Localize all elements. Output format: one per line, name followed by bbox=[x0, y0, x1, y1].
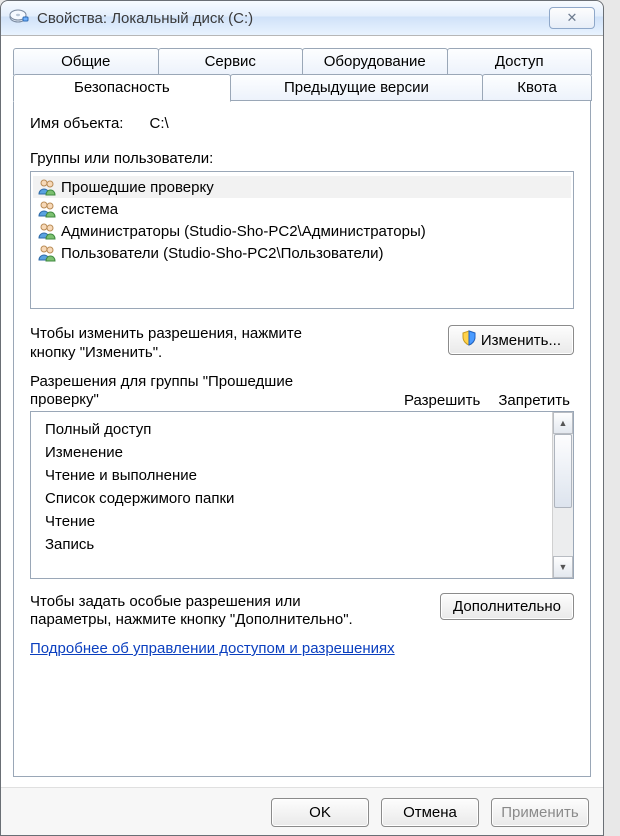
drive-icon bbox=[9, 9, 29, 28]
group-item-label: Пользователи (Studio-Sho-PC2\Пользовател… bbox=[61, 245, 384, 262]
chevron-down-icon: ▼ bbox=[559, 562, 568, 572]
col-allow: Разрешить bbox=[404, 392, 480, 409]
scroll-down-button[interactable]: ▼ bbox=[553, 556, 573, 578]
group-item-label: система bbox=[61, 201, 118, 218]
users-icon bbox=[37, 178, 57, 196]
tabstrip: Общие Сервис Оборудование Доступ Безопас… bbox=[13, 48, 591, 101]
scrollbar[interactable]: ▲ ▼ bbox=[552, 412, 573, 578]
scroll-up-button[interactable]: ▲ bbox=[553, 412, 573, 434]
chevron-up-icon: ▲ bbox=[559, 418, 568, 428]
tab-previous-versions[interactable]: Предыдущие версии bbox=[230, 74, 484, 101]
cancel-button[interactable]: Отмена bbox=[381, 798, 479, 827]
object-name-value: C:\ bbox=[149, 115, 168, 132]
tab-hardware[interactable]: Оборудование bbox=[302, 48, 448, 75]
learn-more-link[interactable]: Подробнее об управлении доступом и разре… bbox=[30, 640, 574, 657]
tab-general[interactable]: Общие bbox=[13, 48, 159, 75]
tab-sharing[interactable]: Доступ bbox=[447, 48, 593, 75]
tab-page-security: Имя объекта: C:\ Группы или пользователи… bbox=[13, 100, 591, 777]
perm-write: Запись bbox=[45, 533, 548, 556]
titlebar: Свойства: Локальный диск (C:) ✕ bbox=[1, 1, 603, 36]
tab-security[interactable]: Безопасность bbox=[13, 74, 231, 102]
shield-icon bbox=[461, 330, 477, 350]
properties-dialog: Свойства: Локальный диск (C:) ✕ Общие Се… bbox=[0, 0, 604, 836]
advanced-button[interactable]: Дополнительно bbox=[440, 593, 574, 620]
tab-quota[interactable]: Квота bbox=[482, 74, 592, 101]
perm-list-folder: Список содержимого папки bbox=[45, 487, 548, 510]
groups-label: Группы или пользователи: bbox=[30, 150, 574, 167]
perm-read: Чтение bbox=[45, 510, 548, 533]
users-icon bbox=[37, 222, 57, 240]
col-deny: Запретить bbox=[498, 392, 570, 409]
close-button[interactable]: ✕ bbox=[549, 7, 595, 29]
edit-button[interactable]: Изменить... bbox=[448, 325, 574, 355]
advanced-hint: Чтобы задать особые разрешения или парам… bbox=[30, 593, 360, 631]
window-title: Свойства: Локальный диск (C:) bbox=[37, 10, 253, 27]
apply-button[interactable]: Применить bbox=[491, 798, 589, 827]
groups-listbox[interactable]: Прошедшие проверку система bbox=[30, 171, 574, 309]
group-item-administrators[interactable]: Администраторы (Studio-Sho-PC2\Администр… bbox=[33, 220, 571, 242]
group-item-label: Прошедшие проверку bbox=[61, 179, 214, 196]
users-icon bbox=[37, 244, 57, 262]
perm-modify: Изменение bbox=[45, 441, 548, 464]
edit-hint: Чтобы изменить разрешения, нажмите кнопк… bbox=[30, 325, 330, 363]
object-name-label: Имя объекта: bbox=[30, 115, 123, 132]
scroll-track[interactable] bbox=[553, 434, 573, 556]
perm-full-control: Полный доступ bbox=[45, 418, 548, 441]
users-icon bbox=[37, 200, 57, 218]
permissions-header-label: Разрешения для группы "Прошедшие проверк… bbox=[30, 373, 330, 409]
group-item-users[interactable]: Пользователи (Studio-Sho-PC2\Пользовател… bbox=[33, 242, 571, 264]
group-item-label: Администраторы (Studio-Sho-PC2\Администр… bbox=[61, 223, 426, 240]
tab-tools[interactable]: Сервис bbox=[158, 48, 304, 75]
permissions-listbox[interactable]: Полный доступ Изменение Чтение и выполне… bbox=[30, 411, 574, 579]
client-area: Общие Сервис Оборудование Доступ Безопас… bbox=[1, 36, 603, 787]
dialog-button-row: OK Отмена Применить bbox=[1, 787, 603, 835]
scroll-thumb[interactable] bbox=[554, 434, 572, 508]
group-item-authenticated-users[interactable]: Прошедшие проверку bbox=[33, 176, 571, 198]
close-icon: ✕ bbox=[567, 10, 578, 26]
ok-button[interactable]: OK bbox=[271, 798, 369, 827]
perm-read-execute: Чтение и выполнение bbox=[45, 464, 548, 487]
group-item-system[interactable]: система bbox=[33, 198, 571, 220]
